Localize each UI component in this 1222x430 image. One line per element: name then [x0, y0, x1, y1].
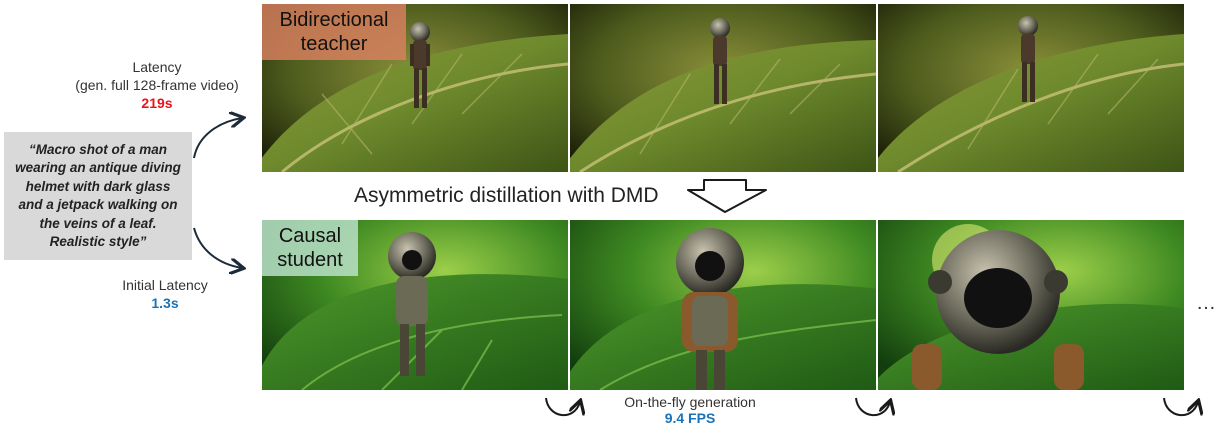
student-latency-block: Initial Latency 1.3s — [90, 276, 240, 312]
student-latency-value: 1.3s — [151, 295, 179, 311]
student-latency-label: Initial Latency — [122, 277, 208, 293]
teacher-frame-2 — [570, 4, 876, 172]
teacher-latency-label: Latency — [132, 59, 182, 75]
generation-fps: 9.4 FPS — [664, 410, 716, 426]
continuation-ellipsis: … — [1196, 292, 1218, 314]
generation-label: On-the-fly generation — [624, 394, 756, 410]
teacher-latency-sublabel: (gen. full 128-frame video) — [75, 77, 239, 93]
student-badge-line1: Causal — [278, 225, 342, 247]
prompt-box: “Macro shot of a man wearing an antique … — [4, 132, 192, 260]
generation-arrow-1-icon — [545, 392, 590, 417]
generation-arrow-2-icon — [855, 392, 900, 417]
generation-block: On-the-fly generation 9.4 FPS — [590, 394, 790, 426]
teacher-frame-3 — [878, 4, 1184, 172]
teacher-latency-block: Latency (gen. full 128-frame video) 219s — [50, 58, 264, 112]
student-badge: Causal student — [262, 220, 358, 276]
distillation-label: Asymmetric distillation with DMD — [354, 184, 659, 207]
teacher-badge: Bidirectional teacher — [262, 4, 406, 60]
student-badge-line2: student — [277, 249, 343, 271]
student-frame-2 — [570, 220, 876, 390]
generation-arrow-3-icon — [1163, 392, 1208, 417]
prompt-text: “Macro shot of a man wearing an antique … — [15, 141, 181, 250]
student-frame-1: Causal student — [262, 220, 568, 390]
teacher-badge-line1: Bidirectional — [279, 9, 389, 31]
student-frame-3 — [878, 220, 1184, 390]
arrow-to-student-icon — [193, 227, 242, 268]
arrow-to-teacher-icon — [193, 118, 242, 159]
teacher-frame-1: Bidirectional teacher — [262, 4, 568, 172]
teacher-badge-line2: teacher — [300, 33, 368, 55]
prompt-arrows — [193, 108, 258, 278]
distillation-down-arrow-icon — [687, 179, 767, 213]
